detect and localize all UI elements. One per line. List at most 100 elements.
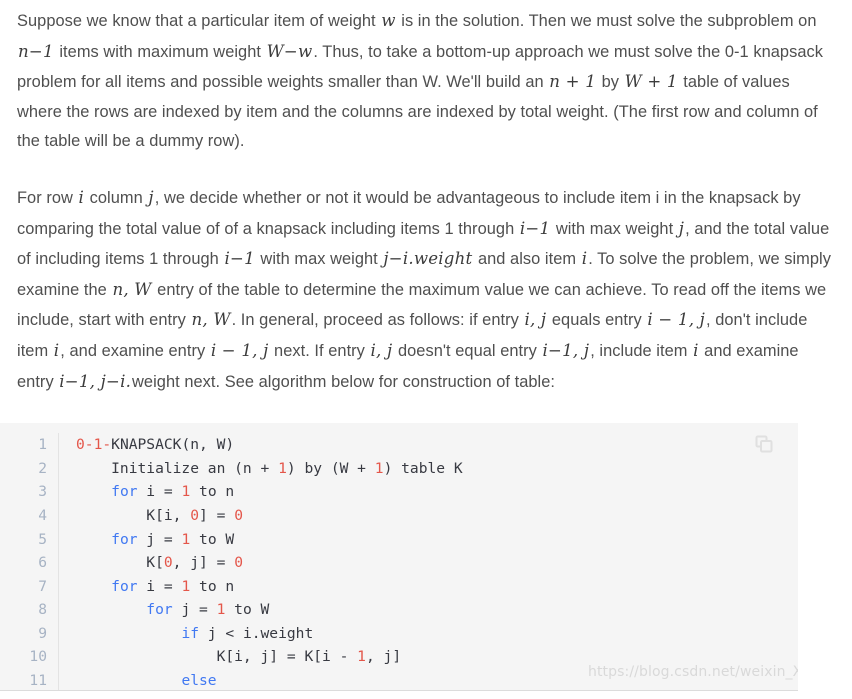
code-line-content[interactable]: for j = 1 to W: [59, 528, 799, 552]
code-keyword: for: [146, 601, 173, 619]
inline-math: i, j: [524, 310, 547, 330]
code-line: 11 else: [0, 669, 798, 691]
code-keyword: if: [181, 624, 200, 642]
code-line: 2 Initialize an (n + 1) by (W + 1) table…: [0, 456, 799, 481]
code-line-content[interactable]: for j = 1 to W: [59, 598, 799, 622]
text-run: and also item: [473, 250, 581, 269]
inline-math: W + 1: [624, 72, 678, 92]
code-line-content[interactable]: Initialize an (n + 1) by (W + 1) table K: [59, 457, 799, 481]
inline-math: i−1, j: [542, 340, 590, 360]
inline-math: i−1: [519, 218, 551, 238]
code-number: 0: [234, 506, 243, 524]
inline-math: j: [148, 187, 154, 207]
copy-icon[interactable]: [754, 434, 774, 454]
inline-math: n + 1: [549, 72, 596, 92]
line-number: 6: [0, 551, 59, 575]
inline-math: i: [78, 187, 85, 207]
code-line-content[interactable]: else: [59, 669, 799, 690]
paragraph-1: Suppose we know that a particular item o…: [17, 6, 835, 157]
paragraph-2: For row i column j, we decide whether or…: [17, 183, 835, 397]
code-number: 1: [374, 459, 384, 477]
code-number: 0: [163, 554, 173, 572]
text-run: . In general, proceed as follows: if ent…: [231, 311, 524, 330]
inline-math: j−i.weight: [383, 249, 473, 269]
line-number: 5: [0, 527, 59, 552]
code-line: 5 for j = 1 to W: [0, 527, 799, 552]
inline-math: n, W: [112, 279, 152, 299]
text-run: weight next. See algorithm below for con…: [132, 372, 556, 391]
inline-math: n−1: [18, 41, 54, 61]
code-line: 10 K[i, j] = K[i - 1, j]: [0, 645, 799, 670]
text-run: with max weight: [551, 219, 678, 238]
code-keyword: else: [181, 672, 217, 690]
code-text: to n: [190, 483, 235, 501]
code-number: 1: [278, 459, 287, 477]
code-line: 3 for i = 1 to n: [0, 480, 798, 504]
text-run: items with maximum weight: [54, 42, 266, 61]
text-run: doesn't equal entry: [393, 341, 542, 360]
code-number: 1: [181, 483, 191, 501]
code-line: 7 for i = 1 to n: [0, 574, 799, 599]
inline-math: n, W: [191, 310, 231, 330]
code-text: KNAPSACK(n, W): [111, 436, 235, 454]
text-run: , include item: [590, 341, 693, 360]
code-text: , j] =: [172, 554, 235, 572]
code-line-content[interactable]: K[i, j] = K[i - 1, j]: [59, 645, 799, 669]
text-run: with max weight: [255, 250, 383, 269]
code-number: 1: [181, 577, 191, 595]
code-text: ] =: [199, 506, 235, 524]
text-run: , and examine entry: [60, 341, 210, 360]
code-text: ) by (W +: [286, 459, 375, 477]
code-number: 1: [181, 530, 191, 548]
code-text: to W: [190, 530, 235, 548]
line-number: 7: [0, 574, 59, 599]
code-text: j =: [172, 601, 217, 619]
code-text: i =: [137, 483, 182, 501]
code-keyword: for: [111, 577, 138, 595]
code-line-content[interactable]: for i = 1 to n: [59, 480, 799, 504]
inline-math: w: [381, 11, 396, 30]
code-line-content[interactable]: K[i, 0] = 0: [59, 504, 799, 528]
code-text: j =: [137, 530, 182, 548]
code-line: 1 0-1-KNAPSACK(n, W): [0, 433, 798, 457]
article-body: Suppose we know that a particular item o…: [0, 6, 852, 397]
inline-math: i−1, j−i.: [59, 371, 132, 391]
inline-math: i−1: [224, 249, 255, 269]
line-number: 11: [0, 669, 59, 691]
code-keyword: for: [111, 483, 138, 501]
code-number: 0-1-: [76, 436, 112, 454]
code-text: K[i, j] = K[i -: [76, 648, 358, 666]
code-line-content[interactable]: K[0, j] = 0: [59, 551, 799, 575]
code-line-content[interactable]: if j < i.weight: [59, 622, 799, 646]
text-run: column: [85, 188, 148, 207]
inline-math: i − 1, j: [647, 310, 705, 330]
code-number: 0: [190, 506, 200, 524]
code-keyword: for: [111, 530, 138, 548]
line-number: 4: [0, 503, 59, 528]
line-number: 1: [0, 433, 59, 457]
code-line-content[interactable]: for i = 1 to n: [59, 575, 799, 599]
text-run: by: [596, 73, 624, 92]
code-line: 8 for j = 1 to W: [0, 598, 798, 622]
line-number: 3: [0, 480, 59, 504]
line-number: 10: [0, 645, 59, 670]
code-line-content[interactable]: 0-1-KNAPSACK(n, W): [59, 433, 799, 457]
line-number: 2: [0, 456, 59, 481]
inline-math: W−w: [266, 41, 313, 61]
text-run: Suppose we know that a particular item o…: [17, 12, 381, 30]
code-line: 4 K[i, 0] = 0: [0, 503, 799, 528]
code-line: 6 K[0, j] = 0: [0, 551, 798, 575]
code-line: 9 if j < i.weight: [0, 621, 799, 646]
text-run: next. If entry: [269, 341, 370, 360]
inline-math: i, j: [370, 340, 393, 360]
code-text: K[: [76, 554, 164, 572]
inline-math: i: [693, 340, 699, 360]
code-lines-table: 1 0-1-KNAPSACK(n, W) 2 Initialize an (n + …: [0, 433, 798, 691]
text-run: For row: [17, 188, 78, 207]
code-text: K[i,: [76, 506, 191, 524]
code-text: i =: [137, 577, 182, 595]
